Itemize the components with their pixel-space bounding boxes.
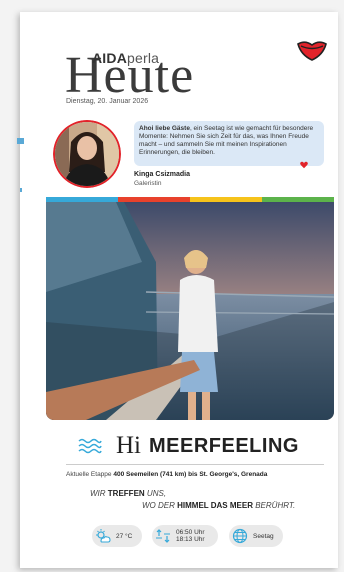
host-name: Kinga Csizmadia [134,171,191,178]
greeting-salutation: Ahoi liebe Gäste [139,125,190,132]
headline-hi: Hi [116,432,141,459]
quote-part: WO DER [142,501,175,510]
accent-mark [20,188,22,192]
brand-light: perla [127,50,160,66]
quote-part: HIMMEL DAS MEER [177,501,253,510]
quote-line-1: WIR TREFFEN UNS, [90,489,166,498]
sun-times: 06:50 Uhr 18:13 Uhr [176,529,205,543]
quote-part: BERÜHRT. [255,501,296,510]
sunrise-time: 06:50 Uhr [176,529,205,536]
heart-icon [300,161,308,169]
day-type: Seetag [253,532,274,540]
route-value: 400 Seemeilen (741 km) bis St. George's,… [113,471,268,478]
route-info: Aktuelle Etappe 400 Seemeilen (741 km) b… [66,471,267,478]
quote-part: UNS, [146,489,167,498]
sunset-time: 18:13 Uhr [176,536,205,543]
quote-part: WIR [90,489,106,498]
hero-photo [46,202,334,420]
temperature-pill: 27 °C [92,525,142,547]
waves-icon [78,438,102,454]
quote-line-2: WO DER HIMMEL DAS MEER BERÜHRT. [142,501,295,510]
greeting-bubble: Ahoi liebe Gäste, ein Seetag ist wie gem… [134,121,324,166]
quote-part: TREFFEN [107,489,145,498]
issue-date: Dienstag, 20. Januar 2026 [66,98,149,105]
sun-times-pill: 06:50 Uhr 18:13 Uhr [152,525,218,547]
day-type-pill: Seetag [229,525,283,547]
globe-icon [232,528,248,544]
host-role: Galeristin [134,180,162,187]
headline: Hi MEERFEELING [78,432,299,460]
accent-mark [17,138,24,144]
aida-lips-logo-icon [297,41,327,61]
masthead-brand: AIDAperla [92,50,159,66]
weather-icon [96,529,111,543]
brand-bold: AIDA [92,50,128,66]
divider [66,464,324,465]
temperature-value: 27 °C [116,532,133,540]
route-label: Aktuelle Etappe [66,471,112,478]
sunrise-sunset-icon [156,529,170,543]
headline-word: MEERFEELING [149,434,299,457]
host-avatar [53,120,121,188]
